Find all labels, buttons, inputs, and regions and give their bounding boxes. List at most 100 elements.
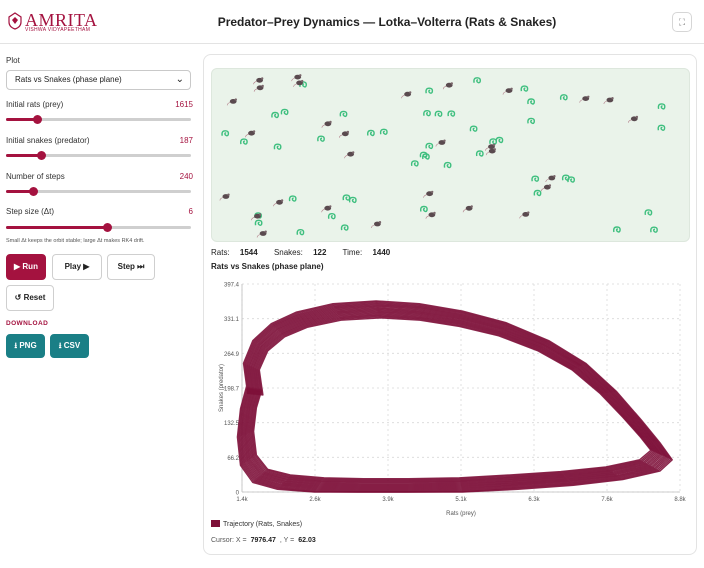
snake-sprite: [240, 138, 248, 145]
dt-slider-thumb[interactable]: [103, 223, 113, 232]
initial-snakes-slider-thumb[interactable]: [36, 151, 46, 160]
steps-label: Number of steps: [6, 172, 65, 181]
snake-sprite: [340, 224, 349, 231]
y-axis-label: Snakes (predator): [219, 364, 225, 412]
time-value: 1440: [372, 248, 391, 257]
time-label: Time:: [342, 248, 363, 257]
logo-emblem-icon: [8, 12, 22, 30]
plot-select-value: Rats vs Snakes (phase plane): [15, 75, 122, 84]
snake-sprite: [296, 228, 305, 236]
rat-sprite: [462, 205, 473, 213]
cursor-x-value: 7976.47: [250, 537, 276, 544]
snake-sprite: [434, 110, 443, 117]
snake-sprite: [489, 138, 497, 145]
snake-sprite: [527, 117, 535, 125]
x-tick-label: 6.3k: [528, 497, 540, 503]
trajectory-line: [245, 309, 662, 487]
rat-sprite: [401, 91, 412, 99]
rats-count-value: 1544: [239, 248, 258, 257]
snake-sprite: [425, 87, 434, 94]
download-csv-button[interactable]: ⭳ CSV: [50, 334, 89, 358]
rat-sprite: [435, 139, 446, 147]
rat-sprite: [627, 115, 639, 123]
initial-rats-value: 1615: [175, 100, 193, 109]
legend-label: Trajectory (Rats, Snakes): [223, 521, 303, 528]
snake-sprite: [644, 209, 653, 216]
y-tick-label: 198.7: [224, 387, 240, 393]
rat-sprite: [253, 84, 264, 92]
initial-rats-slider[interactable]: [6, 115, 191, 124]
y-tick-label: 331.1: [224, 317, 240, 323]
initial-rats-slider-thumb[interactable]: [32, 115, 42, 124]
rat-sprite: [545, 175, 556, 183]
x-tick-label: 5.1k: [455, 497, 467, 503]
initial-snakes-slider[interactable]: [6, 151, 191, 160]
snake-sprite: [379, 128, 388, 135]
snake-sprite: [288, 195, 297, 202]
rat-sprite: [245, 130, 256, 138]
snake-sprite: [423, 110, 431, 117]
y-tick-label: 66.2: [227, 456, 239, 462]
rat-sprite: [603, 97, 614, 105]
snake-sprite: [420, 205, 428, 213]
y-tick-label: 397.4: [224, 283, 240, 289]
simulation-field: [211, 68, 690, 242]
chevron-down-icon: ⌄: [175, 74, 184, 85]
phase-plane-chart[interactable]: 0 66.2 132.5 198.7 264.9 331.1 397.4 1.4k 2.6k 3.…: [204, 275, 698, 525]
cursor-y-value: 62.03: [298, 537, 316, 544]
steps-slider-thumb[interactable]: [29, 187, 39, 196]
rat-sprite: [579, 95, 590, 103]
rat-sprite: [219, 193, 230, 201]
rat-sprite: [291, 74, 302, 82]
trajectory-line: [250, 314, 655, 482]
simulation-canvas: [219, 74, 666, 238]
rat-sprite: [371, 221, 382, 229]
run-button[interactable]: ▶ Run: [6, 254, 46, 280]
snake-sprite: [339, 110, 348, 118]
snake-sprite: [533, 189, 542, 197]
initial-snakes-label: Initial snakes (predator): [6, 136, 90, 145]
snake-sprite: [348, 196, 357, 204]
logo: AMRITA VISHWA VIDYAPEETHAM: [8, 10, 100, 36]
snake-sprite: [475, 150, 484, 157]
y-tick-label: 132.5: [224, 421, 240, 427]
rat-sprite: [540, 184, 552, 192]
snake-sprite: [657, 124, 666, 131]
snake-sprite: [657, 103, 666, 110]
snake-sprite: [273, 143, 282, 150]
trajectory-line: [246, 310, 661, 486]
fullscreen-button[interactable]: ⛶: [672, 12, 692, 32]
step-button[interactable]: Step ⏭: [107, 254, 155, 280]
rat-sprite: [339, 130, 350, 138]
plot-label: Plot: [6, 56, 20, 65]
chart-title: Rats vs Snakes (phase plane): [211, 262, 324, 271]
page-title: Predator–Prey Dynamics — Lotka–Volterra …: [217, 15, 557, 29]
snake-sprite: [367, 129, 375, 137]
cursor-y-label: , Y =: [279, 537, 295, 544]
rat-sprite: [321, 120, 332, 128]
dt-value: 6: [188, 207, 193, 216]
steps-slider[interactable]: [6, 187, 191, 196]
rat-sprite: [256, 230, 267, 238]
rat-sprite: [425, 211, 436, 219]
rat-sprite: [226, 98, 237, 106]
snake-sprite: [531, 175, 540, 182]
play-button[interactable]: Play ▶: [52, 254, 102, 280]
snake-sprite: [469, 125, 478, 132]
reset-button[interactable]: ↺ Reset: [6, 285, 54, 311]
trajectory-line: [252, 317, 652, 480]
download-png-button[interactable]: ⭳ PNG: [6, 334, 45, 358]
x-tick-label: 3.9k: [382, 497, 394, 503]
plot-select[interactable]: Rats vs Snakes (phase plane) ⌄: [6, 70, 191, 90]
rats-count-label: Rats:: [211, 248, 230, 257]
logo-subtitle: VISHWA VIDYAPEETHAM: [25, 27, 91, 33]
rat-sprite: [321, 205, 332, 213]
dt-slider-fill: [6, 226, 108, 229]
header: AMRITA VISHWA VIDYAPEETHAM Predator–Prey…: [0, 0, 704, 44]
rat-sprite: [253, 77, 264, 85]
rat-sprite: [293, 79, 304, 87]
dt-slider[interactable]: [6, 223, 191, 232]
dt-label: Step size (Δt): [6, 207, 55, 216]
snakes-count-label: Snakes:: [273, 248, 303, 257]
snake-sprite: [280, 108, 289, 116]
